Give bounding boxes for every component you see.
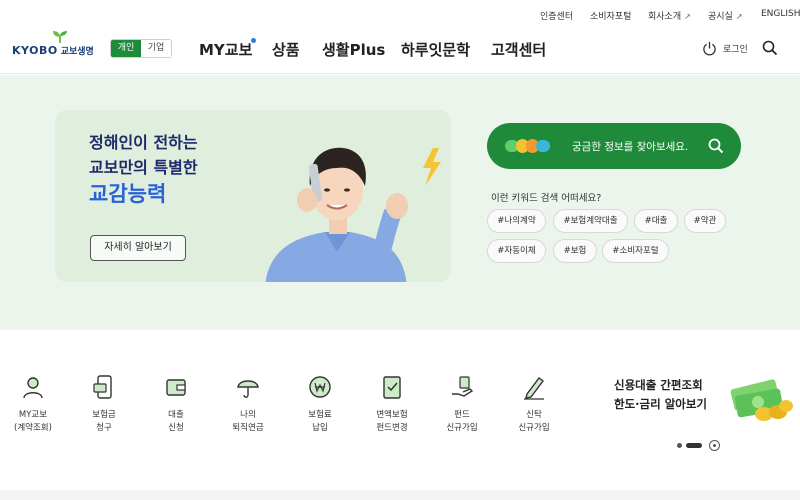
util-link-about-label: 회사소개 — [648, 12, 682, 22]
quick-menu-label: 변액보험 펀드변경 — [376, 410, 408, 433]
search-placeholder: 궁금한 정보를 찾아보세요. — [572, 141, 689, 153]
site-search-box[interactable]: 궁금한 정보를 찾아보세요. — [487, 123, 741, 169]
hero-section: 정해인이 전하는 교보만의 특별한 교감능력 자세히 알아보기 궁금한 정보를 … — [0, 75, 800, 330]
util-link-consumer-portal[interactable]: 소비자포털 — [590, 9, 631, 22]
external-link-icon: ↗ — [684, 12, 691, 21]
quick-menu-label: 신탁 신규가입 — [518, 410, 550, 433]
search-icon[interactable] — [762, 40, 778, 56]
quick-menu-claim[interactable]: 보험금 청구 — [69, 374, 139, 435]
main-header: KYOBO 교보생명 개인 기업 MY교보 상품 생활Plus 하루잇문학 고객센… — [0, 30, 800, 74]
logo-kr: 교보생명 — [60, 47, 94, 57]
keyword-chip[interactable]: #소비자포털 — [602, 239, 669, 263]
checklist-icon — [383, 376, 401, 399]
pen-sign-icon — [524, 377, 544, 400]
quick-menu-loan[interactable]: 대출 신청 — [141, 374, 211, 435]
keyword-suggestion-title: 이런 키워드 검색 어떠세요? — [491, 193, 602, 204]
section-divider — [0, 490, 800, 500]
quick-menu-trust-join[interactable]: 신탁 신규가입 — [499, 374, 569, 435]
search-character-icons — [505, 139, 550, 153]
quick-menu-label: 대출 신청 — [168, 410, 184, 433]
loan-promo-line2: 한도·금리 알아보기 — [614, 397, 708, 411]
keyword-chip[interactable]: #보험 — [553, 239, 597, 263]
toggle-personal[interactable]: 개인 — [111, 40, 141, 57]
login-label: 로그인 — [723, 45, 748, 55]
banner-title-line2: 교보만의 특별한 — [89, 158, 198, 177]
utility-bar: 인증센터 소비자포털 회사소개 ↗ 공시실 ↗ ENGLISH — [0, 0, 800, 30]
umbrella-icon — [237, 380, 259, 398]
quick-menu-label: MY교보 (계약조회) — [14, 410, 52, 433]
new-badge-dot — [251, 38, 256, 43]
nav-life-plus[interactable]: 생활Plus — [322, 39, 385, 60]
carousel-dot-active[interactable] — [686, 443, 702, 448]
nav-products[interactable]: 상품 — [272, 39, 300, 60]
carousel-pagination — [677, 440, 720, 451]
util-link-disclosure[interactable]: 공시실 ↗ — [708, 9, 743, 22]
util-link-disclosure-label: 공시실 — [708, 12, 733, 22]
promo-banner[interactable]: 정해인이 전하는 교보만의 특별한 교감능력 자세히 알아보기 — [55, 110, 451, 282]
power-icon — [703, 41, 716, 56]
customer-type-toggle: 개인 기업 — [110, 39, 172, 58]
banner-title-highlight: 교감능력 — [89, 182, 167, 206]
logo-wordmark: KYOBO 교보생명 — [12, 44, 94, 57]
quick-menu-label: 보험금 청구 — [92, 410, 116, 433]
quick-menu-fund-join[interactable]: 펀드 신규가입 — [427, 374, 497, 435]
hand-money-icon — [452, 376, 474, 397]
quick-menu-label: 보험료 납입 — [308, 410, 332, 433]
quick-menu-pension[interactable]: 나의 퇴직연금 — [213, 374, 283, 435]
keyword-chip[interactable]: #나의계약 — [487, 209, 546, 233]
quick-menu-fund-change[interactable]: 변액보험 펀드변경 — [357, 374, 427, 435]
person-card-icon — [23, 377, 43, 399]
logo-en: KYOBO — [12, 44, 58, 57]
won-coin-icon — [309, 376, 331, 398]
search-submit-icon[interactable] — [708, 138, 724, 154]
quick-menu-label: 나의 퇴직연금 — [232, 410, 264, 433]
keyword-chip[interactable]: #약관 — [684, 209, 726, 233]
login-button[interactable]: 로그인 — [702, 41, 748, 56]
keyword-chip[interactable]: #자동이체 — [487, 239, 546, 263]
carousel-dot[interactable] — [677, 443, 682, 448]
money-coins-illustration — [730, 379, 793, 421]
wallet-icon — [166, 379, 186, 396]
phone-money-icon — [93, 375, 112, 399]
model-photo — [265, 147, 441, 282]
kyobo-logo[interactable]: KYOBO 교보생명 — [12, 31, 104, 60]
keyword-chip[interactable]: #보험계약대출 — [553, 209, 628, 233]
util-link-english[interactable]: ENGLISH — [761, 9, 800, 19]
util-link-cert[interactable]: 인증센터 — [540, 9, 573, 22]
nav-customer-center[interactable]: 고객센터 — [491, 39, 546, 60]
external-link-icon: ↗ — [735, 12, 743, 21]
carousel-pause-icon[interactable] — [709, 440, 720, 451]
nav-my-kyobo[interactable]: MY교보 — [199, 39, 252, 60]
loan-promo-line1: 신용대출 간편조회 — [614, 378, 703, 392]
banner-more-button[interactable]: 자세히 알아보기 — [90, 235, 186, 261]
toggle-corporate[interactable]: 기업 — [141, 40, 171, 57]
quick-menu-label: 펀드 신규가입 — [446, 410, 478, 433]
util-link-about[interactable]: 회사소개 ↗ — [648, 9, 691, 22]
sprout-logo-icon — [53, 31, 67, 43]
quick-menu-premium[interactable]: 보험료 납입 — [285, 374, 355, 435]
banner-title-line1: 정해인이 전하는 — [89, 133, 198, 152]
nav-daily-literature[interactable]: 하루잇문학 — [401, 39, 470, 60]
loan-promo[interactable]: 신용대출 간편조회 한도·금리 알아보기 — [614, 376, 707, 414]
quick-menu-my-kyobo[interactable]: MY교보 (계약조회) — [0, 374, 68, 435]
keyword-chip[interactable]: #대출 — [634, 209, 678, 233]
